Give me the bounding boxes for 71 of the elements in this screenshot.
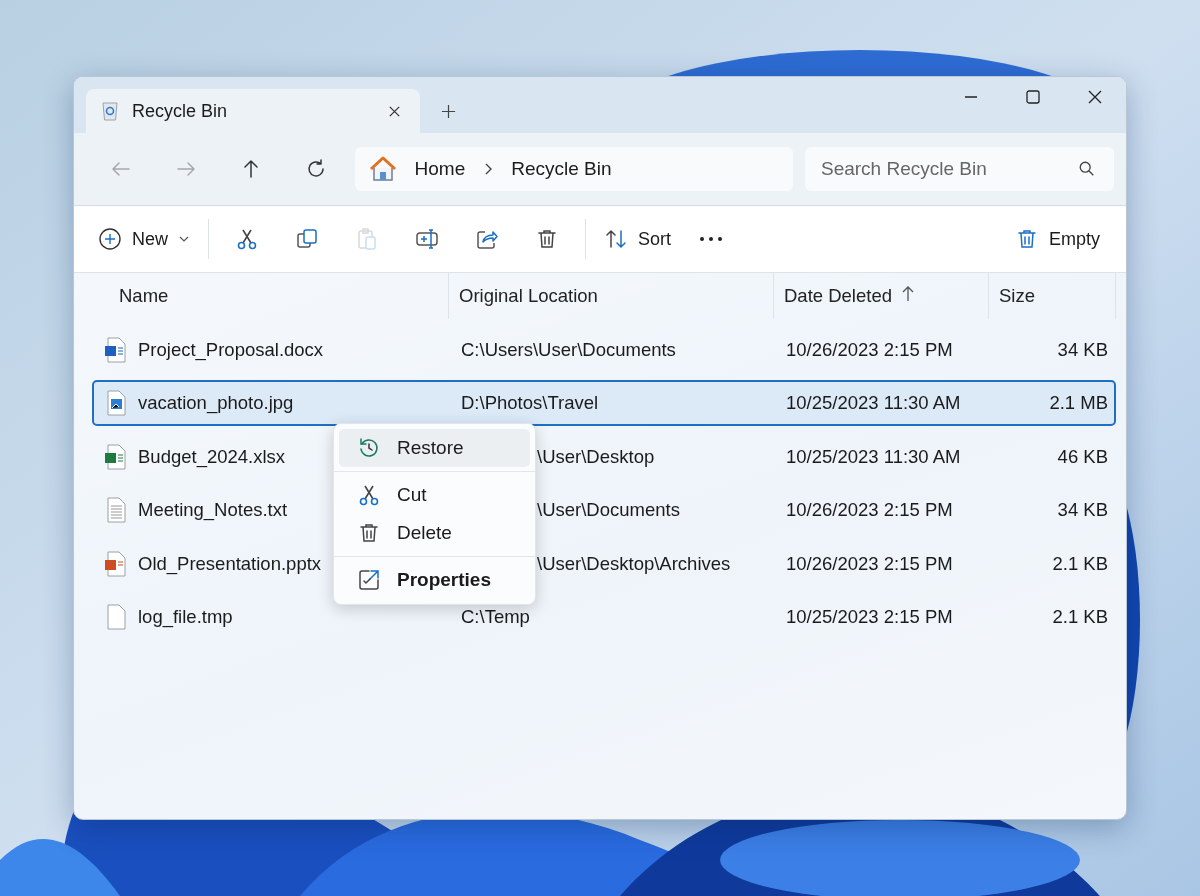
caret-icon — [178, 235, 190, 243]
new-button[interactable]: New — [88, 219, 200, 259]
location-text: C:\Users\User\Documents — [461, 338, 676, 361]
rename-icon — [415, 227, 439, 251]
trash-icon — [535, 227, 559, 251]
breadcrumb-item[interactable]: Recycle Bin — [511, 158, 612, 180]
location-text: D:\Photos\Travel — [461, 392, 599, 414]
file-icon — [104, 604, 128, 630]
search-field[interactable]: Search Recycle Bin — [805, 147, 1114, 191]
date-text: 10/25/2023 2:15 PM — [786, 606, 953, 628]
file-name: log_file.tmp — [138, 606, 233, 628]
date-text: 10/26/2023 2:15 PM — [786, 552, 953, 575]
menu-item[interactable]: Properties — [339, 561, 530, 599]
tab[interactable]: Recycle Bin — [86, 89, 420, 133]
column-header[interactable]: Original Location — [449, 273, 774, 319]
location-text: \User\Desktop — [537, 445, 655, 468]
excel-file-icon — [104, 443, 128, 470]
search-icon — [1078, 160, 1096, 178]
file-name: vacation_photo.jpg — [138, 392, 294, 414]
date-text: 10/26/2023 2:15 PM — [786, 338, 953, 361]
home-icon — [368, 155, 397, 183]
text-file-icon — [104, 497, 128, 523]
trash-icon — [1015, 227, 1039, 251]
close-icon — [1087, 89, 1103, 105]
scissors-icon — [235, 227, 259, 251]
sort-button[interactable]: Sort — [594, 219, 682, 259]
plus-circle-icon — [98, 227, 122, 251]
menu-item[interactable]: Cut — [339, 476, 530, 514]
column-header[interactable]: Name — [92, 273, 449, 319]
empty-recycle-bin-button[interactable]: Empty — [1005, 219, 1110, 259]
properties-icon — [357, 568, 381, 592]
powerpoint-file-icon — [104, 550, 128, 577]
file-name: Meeting_Notes.txt — [138, 499, 288, 521]
size-text: 34 KB — [1057, 499, 1108, 521]
date-text: 10/25/2023 11:30 AM — [786, 445, 961, 468]
location-text: \User\Desktop\Archives — [537, 552, 731, 575]
column-header[interactable]: Date Deleted — [774, 273, 989, 319]
restore-icon — [357, 436, 381, 460]
copy-icon — [295, 227, 319, 251]
location-text: \User\Documents — [537, 499, 680, 521]
menu-item[interactable]: Delete — [339, 514, 530, 552]
more-icon — [699, 237, 724, 241]
address-bar[interactable]: Home Recycle Bin — [354, 147, 793, 191]
image-file-icon — [104, 390, 128, 416]
minimize-icon — [963, 96, 979, 98]
file-name: Project_Proposal.docx — [138, 338, 324, 361]
trash-icon — [357, 521, 381, 545]
file-row[interactable]: vacation_photo.jpg D:\Photos\Travel 10/25/2023 11:30 AM 2.1 MB — [92, 380, 1116, 426]
scissors-icon — [357, 483, 381, 507]
file-name: Old_Presentation.pptx — [138, 552, 322, 575]
size-text: 2.1 KB — [1052, 606, 1108, 628]
plus-icon — [440, 103, 456, 119]
menu-item[interactable]: Restore — [339, 429, 530, 467]
maximize-icon — [1025, 89, 1041, 105]
column-header[interactable]: Size — [989, 273, 1116, 319]
chevron-icon — [483, 161, 494, 177]
size-text: 46 KB — [1057, 445, 1108, 468]
sort-arrow-icon — [902, 286, 914, 302]
tab-title: Recycle Bin — [132, 100, 229, 122]
word-file-icon — [104, 336, 128, 363]
recycle-bin-icon — [100, 100, 120, 122]
file-name: Budget_2024.xlsx — [138, 445, 286, 468]
date-text: 10/25/2023 11:30 AM — [786, 392, 961, 414]
sort-icon — [604, 227, 628, 251]
clipboard-icon — [355, 227, 379, 251]
size-text: 34 KB — [1057, 338, 1108, 361]
breadcrumb-item[interactable]: Home — [414, 158, 466, 180]
size-text: 2.1 KB — [1052, 552, 1108, 575]
size-text: 2.1 MB — [1049, 392, 1108, 414]
date-text: 10/26/2023 2:15 PM — [786, 499, 953, 521]
location-text: C:\Temp — [461, 606, 530, 628]
